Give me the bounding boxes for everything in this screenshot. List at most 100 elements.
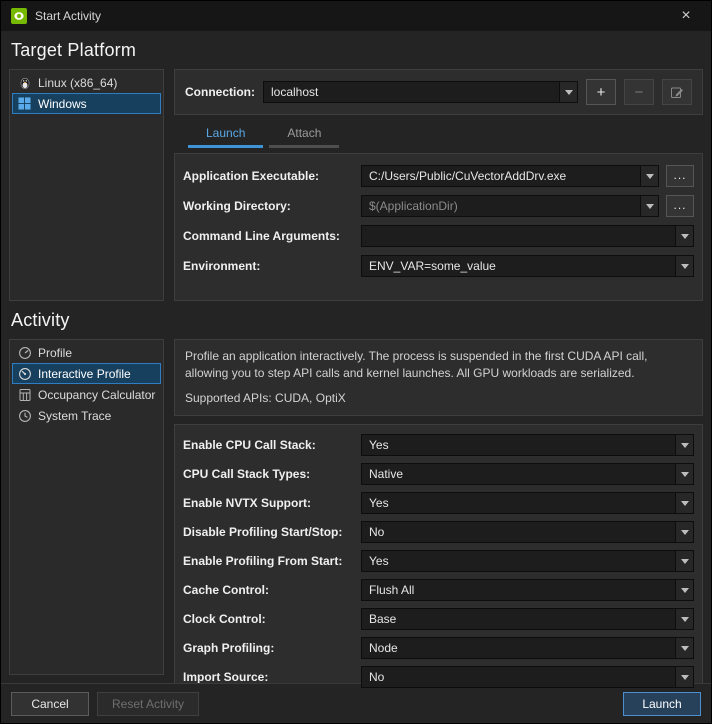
enable-profiling-from-start-label: Enable Profiling From Start: [183,554,361,568]
environment-row: Environment: ENV_VAR=some_value [183,255,694,277]
cache-control-label: Cache Control: [183,583,361,597]
cancel-button[interactable]: Cancel [11,692,89,716]
environment-dropdown[interactable]: ENV_VAR=some_value [361,255,694,277]
calculator-icon [17,387,32,402]
activity-item-interactive-profile[interactable]: Interactive Profile [12,363,161,384]
tab-launch[interactable]: Launch [188,122,263,148]
launch-button[interactable]: Launch [623,692,701,716]
environment-value: ENV_VAR=some_value [369,259,496,273]
activity-item-occupancy-calculator[interactable]: Occupancy Calculator [12,384,161,405]
chevron-down-icon [675,638,693,658]
enable-nvtx-support-value: Yes [369,496,389,510]
clock-control-label: Clock Control: [183,612,361,626]
chevron-down-icon [675,493,693,513]
option-row: Disable Profiling Start/Stop: No [183,521,694,543]
application-executable-label: Application Executable: [183,169,361,183]
option-row: Enable NVTX Support: Yes [183,492,694,514]
platform-item-label: Linux (x86_64) [38,76,117,90]
activity-item-profile[interactable]: Profile [12,342,161,363]
chevron-down-icon [675,256,693,276]
enable-cpu-call-stack-value: Yes [369,438,389,452]
target-platform-panel: Connection: localhost + − [174,69,703,301]
chevron-down-icon [559,82,577,102]
cpu-call-stack-types-dropdown[interactable]: Native [361,463,694,485]
enable-nvtx-support-dropdown[interactable]: Yes [361,492,694,514]
launch-settings-box: Application Executable: C:/Users/Public/… [174,153,703,301]
command-line-arguments-row: Command Line Arguments: [183,225,694,247]
connection-label: Connection: [185,85,255,99]
application-executable-dropdown[interactable]: C:/Users/Public/CuVectorAddDrv.exe [361,165,659,187]
chevron-down-icon [675,435,693,455]
chevron-down-icon [675,522,693,542]
remove-connection-button[interactable]: − [624,79,654,105]
cache-control-dropdown[interactable]: Flush All [361,579,694,601]
command-line-arguments-dropdown[interactable] [361,225,694,247]
environment-label: Environment: [183,259,361,273]
window-title: Start Activity [35,9,101,23]
application-executable-value: C:/Users/Public/CuVectorAddDrv.exe [369,169,566,183]
activity-list: Profile Interactive Profile [9,339,164,675]
option-row: Graph Profiling: Node [183,637,694,659]
dialog-content: Target Platform Linux (x86_64) [1,31,711,683]
command-line-arguments-label: Command Line Arguments: [183,229,361,243]
import-source-dropdown[interactable]: No [361,666,694,688]
chevron-down-icon [675,667,693,687]
title-bar: Start Activity × [1,1,711,31]
enable-cpu-call-stack-dropdown[interactable]: Yes [361,434,694,456]
chevron-down-icon [675,226,693,246]
chevron-down-icon [640,166,658,186]
windows-logo-icon [17,96,32,111]
enable-profiling-from-start-value: Yes [369,554,389,568]
connection-value: localhost [271,85,318,99]
chevron-down-icon [675,580,693,600]
chevron-down-icon [675,464,693,484]
platform-list: Linux (x86_64) Windows [9,69,164,301]
application-executable-row: Application Executable: C:/Users/Public/… [183,165,694,187]
option-row: Enable Profiling From Start: Yes [183,550,694,572]
application-executable-browse-button[interactable]: ... [666,165,694,187]
target-platform-heading: Target Platform [11,40,701,61]
activity-section: Profile Interactive Profile [9,339,703,675]
enable-profiling-from-start-dropdown[interactable]: Yes [361,550,694,572]
graph-profiling-dropdown[interactable]: Node [361,637,694,659]
reset-activity-button[interactable]: Reset Activity [97,692,199,716]
launch-attach-tabs: Launch Attach [174,122,703,148]
close-button[interactable]: × [671,1,701,31]
connection-dropdown[interactable]: localhost [263,81,578,103]
enable-nvtx-support-label: Enable NVTX Support: [183,496,361,510]
clock-control-value: Base [369,612,396,626]
disable-profiling-start-stop-dropdown[interactable]: No [361,521,694,543]
platform-item-linux[interactable]: Linux (x86_64) [12,72,161,93]
edit-pencil-icon [670,85,684,99]
option-row: Cache Control: Flush All [183,579,694,601]
tab-attach[interactable]: Attach [269,122,339,148]
working-directory-dropdown[interactable]: $(ApplicationDir) [361,195,659,217]
working-directory-value: $(ApplicationDir) [369,199,458,213]
connection-row: Connection: localhost + − [174,69,703,115]
import-source-value: No [369,670,384,684]
profile-gauge-icon [17,345,32,360]
working-directory-browse-button[interactable]: ... [666,195,694,217]
activity-description-box: Profile an application interactively. Th… [174,339,703,416]
edit-connection-button[interactable] [662,79,692,105]
working-directory-row: Working Directory: $(ApplicationDir) ... [183,195,694,217]
start-activity-dialog: Start Activity × Target Platform [0,0,712,724]
activity-panel: Profile an application interactively. Th… [174,339,703,675]
system-trace-clock-icon [17,408,32,423]
dialog-footer: Cancel Reset Activity Launch [1,683,711,723]
add-connection-button[interactable]: + [586,79,616,105]
cache-control-value: Flush All [369,583,414,597]
interactive-profile-gauge-icon [17,366,32,381]
activity-item-label: System Trace [38,409,111,423]
chevron-down-icon [675,609,693,629]
working-directory-label: Working Directory: [183,199,361,213]
supported-apis-text: Supported APIs: CUDA, OptiX [185,390,692,407]
activity-item-system-trace[interactable]: System Trace [12,405,161,426]
clock-control-dropdown[interactable]: Base [361,608,694,630]
activity-heading: Activity [11,310,701,331]
linux-penguin-icon [17,75,32,90]
option-row: Clock Control: Base [183,608,694,630]
platform-item-windows[interactable]: Windows [12,93,161,114]
activity-item-label: Occupancy Calculator [38,388,155,402]
graph-profiling-value: Node [369,641,398,655]
